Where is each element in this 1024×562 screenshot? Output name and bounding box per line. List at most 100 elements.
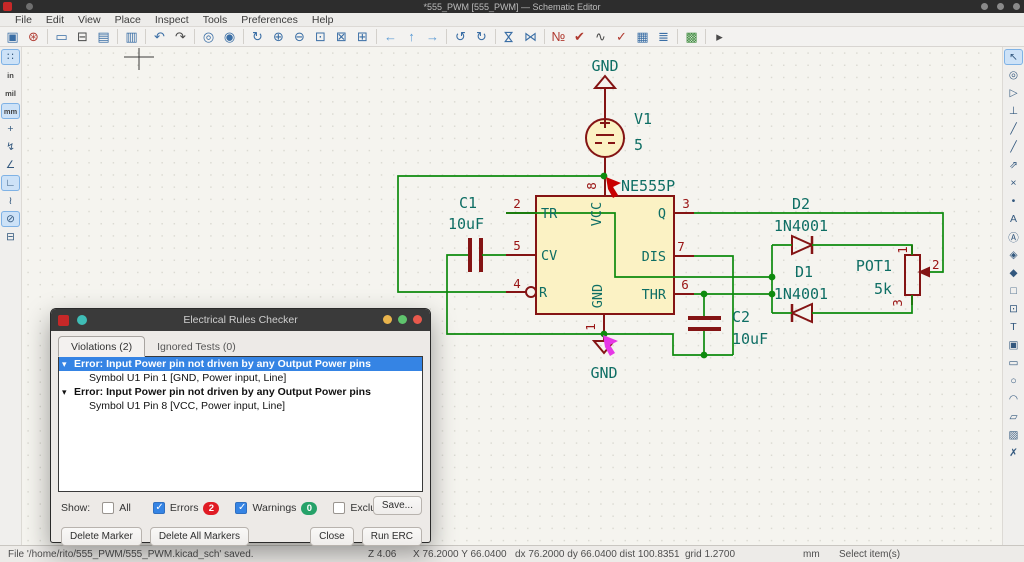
filter-exclusions-checkbox[interactable] [333,502,346,514]
close-button-dialog[interactable]: Close [310,527,354,546]
global-label-icon[interactable]: ◈ [1004,247,1023,263]
v1-ref[interactable]: V1 [634,110,652,128]
violation-detail[interactable]: Symbol U1 Pin 1 [GND, Power input, Line] [59,371,422,385]
line-angle-free-icon[interactable]: ≀ [1,193,20,209]
erc-exclusions-icon[interactable]: ⊘ [1,211,20,227]
paste-icon[interactable]: ▥ [121,28,142,46]
hierarchical-label-icon[interactable]: ◆ [1004,265,1023,281]
erc-dialog-titlebar[interactable]: Electrical Rules Checker [51,309,430,331]
add-power-icon[interactable]: ⊥ [1004,103,1023,119]
gnd-top-label[interactable]: GND [591,57,618,75]
select-tool-icon[interactable]: ↖ [1004,49,1023,65]
d1-ref[interactable]: D1 [795,263,813,281]
zoom-selection-icon[interactable]: ⊞ [352,28,373,46]
hidden-pins-icon[interactable]: ↯ [1,139,20,155]
plot-icon[interactable]: ▤ [93,28,114,46]
zoom-out-icon[interactable]: ⊖ [289,28,310,46]
fields-table-icon[interactable]: ▦ [632,28,653,46]
dialog-minimize-button[interactable] [383,315,392,324]
net-label-icon[interactable]: A [1004,211,1023,227]
maximize-button[interactable] [997,3,1004,10]
nav-up-icon[interactable]: ↑ [401,28,422,46]
filter-warnings-checkbox[interactable] [235,502,248,514]
d2-value[interactable]: 1N4001 [774,217,828,235]
wire-to-bus-entry-icon[interactable]: ⇗ [1004,157,1023,173]
refresh-icon[interactable]: ↻ [247,28,268,46]
highlight-net-icon[interactable]: ◎ [1004,67,1023,83]
find-replace-icon[interactable]: ◉ [219,28,240,46]
crosshair-style-icon[interactable]: + [1,121,20,137]
undo-icon[interactable]: ↶ [149,28,170,46]
grid-toggle-icon[interactable]: ∷ [1,49,20,65]
tab-ignored-tests[interactable]: Ignored Tests (0) [145,337,248,356]
violation-list[interactable]: ▾ Error: Input Power pin not driven by an… [58,356,423,492]
d1-value[interactable]: 1N4001 [774,285,828,303]
symbol-checker-icon[interactable]: ✓ [611,28,632,46]
erc-marker-pin8[interactable] [606,177,621,198]
pot1-value[interactable]: 5k [874,280,892,298]
violation-row[interactable]: ▾ Error: Input Power pin not driven by an… [59,357,422,371]
delete-tool-icon[interactable]: ✗ [1004,445,1023,461]
menu-help[interactable]: Help [305,14,341,26]
draw-wire-icon[interactable]: ╱ [1004,121,1023,137]
c2-value[interactable]: 10uF [732,330,768,348]
menu-file[interactable]: File [8,14,39,26]
d2-ref[interactable]: D2 [792,195,810,213]
menu-place[interactable]: Place [108,14,148,26]
line-angle-45-icon[interactable]: ∠ [1,157,20,173]
units-inch-icon[interactable]: in [1,67,20,83]
hierarchical-sheet-icon[interactable]: □ [1004,283,1023,299]
zoom-objects-icon[interactable]: ⊠ [331,28,352,46]
menu-tools[interactable]: Tools [196,14,235,26]
save-icon[interactable]: ▣ [2,28,23,46]
close-button[interactable] [1013,3,1020,10]
c2-ref[interactable]: C2 [732,308,750,326]
filter-errors-checkbox[interactable] [152,502,165,514]
tab-violations[interactable]: Violations (2) [58,336,146,357]
find-icon[interactable]: ◎ [198,28,219,46]
filter-all-checkbox[interactable] [102,502,115,514]
rotate-ccw-icon[interactable]: ↺ [450,28,471,46]
delete-marker-button[interactable]: Delete Marker [61,527,142,546]
zoom-fit-icon[interactable]: ⊡ [310,28,331,46]
bom-icon[interactable]: ≣ [653,28,674,46]
c1-ref[interactable]: C1 [459,194,477,212]
import-sheet-pin-icon[interactable]: ⊡ [1004,301,1023,317]
menu-preferences[interactable]: Preferences [234,14,305,26]
text-icon[interactable]: T [1004,319,1023,335]
dialog-close-button[interactable] [413,315,422,324]
expander-icon[interactable]: ▾ [62,359,74,370]
zoom-in-icon[interactable]: ⊕ [268,28,289,46]
delete-all-markers-button[interactable]: Delete All Markers [149,527,249,546]
scripting-console-icon[interactable]: ▸ [709,28,730,46]
line-angle-90-icon[interactable]: ∟ [1,175,20,191]
rotate-cw-icon[interactable]: ↻ [471,28,492,46]
schematic-setup-icon[interactable]: ⊛ [23,28,44,46]
menu-edit[interactable]: Edit [39,14,71,26]
c1-value[interactable]: 10uF [448,215,484,233]
minimize-button[interactable] [981,3,988,10]
rectangle-icon[interactable]: ▭ [1004,355,1023,371]
nav-back-icon[interactable]: ← [380,28,401,46]
save-button[interactable]: Save... [372,496,422,515]
page-settings-icon[interactable]: ▭ [51,28,72,46]
u1-value[interactable]: NE555P [621,177,675,195]
text-box-icon[interactable]: ▣ [1004,337,1023,353]
arc-icon[interactable]: ◠ [1004,391,1023,407]
simulator-icon[interactable]: ∿ [590,28,611,46]
erc-icon[interactable]: ✔ [569,28,590,46]
mirror-horizontal-icon[interactable]: ⋈ [520,28,541,46]
nav-forward-icon[interactable]: → [422,28,443,46]
menu-inspect[interactable]: Inspect [148,14,196,26]
junction-icon[interactable]: • [1004,193,1023,209]
v1-value[interactable]: 5 [634,136,643,154]
annotate-icon[interactable]: № [548,28,569,46]
polygon-icon[interactable]: ▱ [1004,409,1023,425]
expander-icon[interactable]: ▾ [62,387,74,398]
redo-icon[interactable]: ↷ [170,28,191,46]
image-icon[interactable]: ▨ [1004,427,1023,443]
pcb-editor-icon[interactable]: ▩ [681,28,702,46]
add-symbol-icon[interactable]: ▷ [1004,85,1023,101]
menu-view[interactable]: View [71,14,108,26]
run-erc-button[interactable]: Run ERC [361,527,422,546]
